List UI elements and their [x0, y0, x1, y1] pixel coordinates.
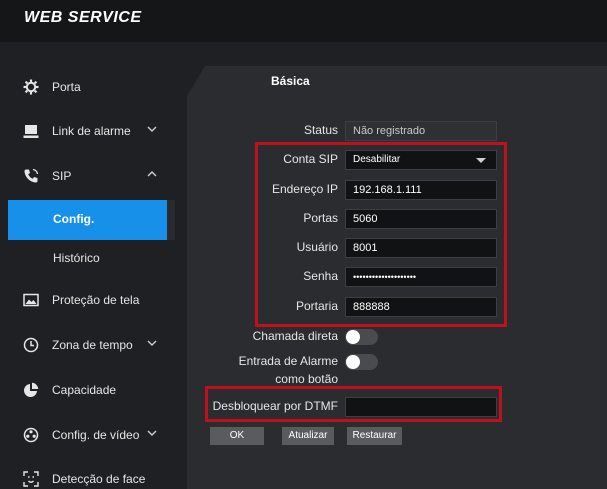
- image-icon: [23, 293, 39, 307]
- sidebar-item-label: Proteção de tela: [52, 293, 140, 307]
- tab-basica[interactable]: Básica: [271, 74, 310, 88]
- sidebar-item-config-de-video[interactable]: Config. de vídeo: [0, 415, 167, 455]
- chevron-down-icon: [147, 126, 157, 132]
- tab-strip: [187, 66, 607, 96]
- ok-button[interactable]: OK: [210, 427, 264, 445]
- sidebar-item-label: Detecção de face: [52, 472, 146, 486]
- sidebar-item-link-de-alarme[interactable]: Link de alarme: [0, 111, 167, 151]
- restore-button[interactable]: Restaurar: [347, 427, 402, 445]
- direct-call-toggle[interactable]: [345, 329, 378, 345]
- chevron-down-icon: [147, 430, 157, 436]
- sidebar: Porta Link de alarme SIP Config. Históri…: [0, 42, 175, 489]
- chevron-up-icon: [147, 171, 157, 177]
- sidebar-item-label: SIP: [52, 169, 72, 183]
- direct-call-label: Chamada direta: [252, 329, 338, 343]
- status-field: Não registrado: [345, 121, 497, 141]
- sidebar-item-label: Zona de tempo: [52, 338, 133, 352]
- toggle-knob: [346, 355, 360, 369]
- clock-icon: [23, 337, 39, 353]
- gear-icon: [23, 79, 39, 95]
- video-settings-icon: [23, 427, 39, 443]
- sidebar-item-zona-de-tempo[interactable]: Zona de tempo: [0, 325, 167, 365]
- highlight-box-sip-settings: [255, 142, 507, 327]
- alarm-input-label: Entrada de Alarme: [238, 354, 338, 368]
- face-detect-icon: [23, 471, 39, 487]
- sidebar-item-capacidade[interactable]: Capacidade: [0, 370, 167, 410]
- sidebar-item-label: Porta: [52, 80, 81, 94]
- alarm-input-label-line2: como botão: [275, 372, 338, 386]
- sidebar-item-sip[interactable]: SIP: [0, 156, 167, 196]
- sidebar-item-label: Capacidade: [52, 383, 117, 397]
- sidebar-subitem-historico[interactable]: Histórico: [0, 239, 167, 279]
- pie-chart-icon: [24, 382, 39, 397]
- refresh-button[interactable]: Atualizar: [282, 427, 334, 445]
- sidebar-item-label: Config.: [53, 212, 95, 226]
- app-title: WEB SERVICE: [24, 9, 142, 26]
- alarm-input-toggle[interactable]: [345, 354, 378, 370]
- sidebar-item-label: Link de alarme: [52, 124, 131, 138]
- top-bar: WEB SERVICE: [0, 0, 607, 42]
- sidebar-item-deteccao-de-face[interactable]: Detecção de face: [0, 459, 167, 489]
- sidebar-subitem-config[interactable]: Config.: [8, 200, 175, 240]
- sidebar-item-label: Histórico: [53, 251, 100, 265]
- sidebar-item-protecao-de-tela[interactable]: Proteção de tela: [0, 280, 167, 320]
- sidebar-item-label: Config. de vídeo: [52, 428, 140, 442]
- toggle-knob: [346, 330, 360, 344]
- status-label: Status: [303, 123, 338, 137]
- alarm-link-icon: [23, 125, 39, 138]
- phone-icon: [24, 168, 39, 183]
- chevron-down-icon: [147, 340, 157, 346]
- active-indicator: [167, 200, 175, 240]
- highlight-box-dtmf: [205, 386, 502, 422]
- sidebar-item-porta[interactable]: Porta: [0, 67, 167, 107]
